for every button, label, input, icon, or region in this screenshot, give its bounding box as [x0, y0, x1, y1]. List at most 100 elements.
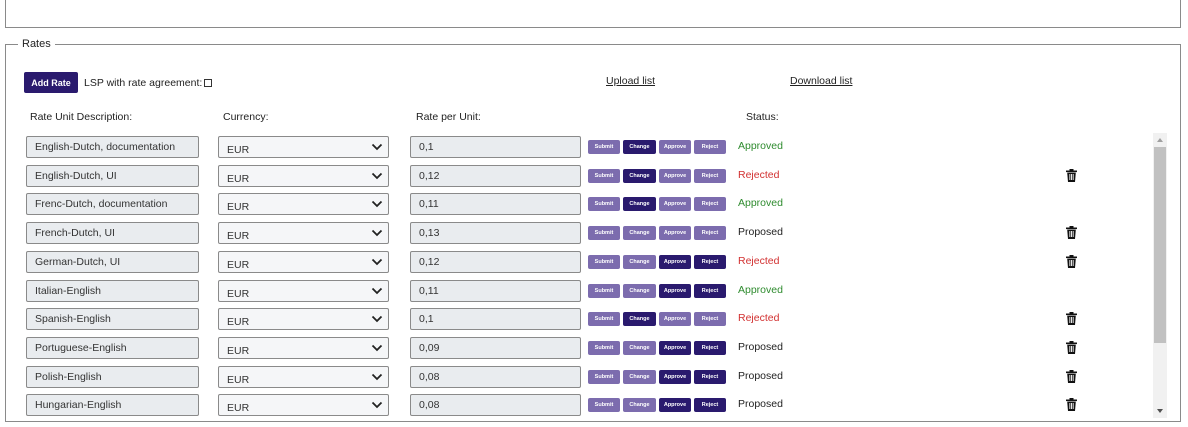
submit-button[interactable]: Submit: [588, 369, 620, 384]
currency-select[interactable]: EUR: [218, 164, 389, 187]
chevron-down-icon: [371, 402, 383, 409]
change-button[interactable]: Change: [623, 283, 656, 298]
chevron-down-icon: [371, 229, 383, 237]
reject-button[interactable]: Reject: [694, 168, 726, 183]
change-button[interactable]: Change: [623, 197, 656, 212]
approve-button[interactable]: Approve: [659, 369, 691, 384]
rate-description-field[interactable]: Italian-English: [26, 279, 199, 302]
approve-button[interactable]: Approve: [659, 140, 691, 154]
rate-description-field[interactable]: Hungarian-English: [26, 394, 199, 417]
trash-icon[interactable]: [1066, 340, 1077, 354]
reject-button[interactable]: Reject: [694, 283, 726, 298]
chevron-down-icon: [371, 373, 383, 380]
rate-description-field[interactable]: English-Dutch, UI: [26, 164, 199, 187]
rate-description-field[interactable]: Portuguese-English: [26, 336, 199, 359]
download-list-link[interactable]: Download list: [790, 75, 852, 87]
rate-per-unit-field[interactable]: 0,12: [410, 250, 581, 273]
trash-icon[interactable]: [1066, 254, 1077, 268]
approve-button[interactable]: Approve: [659, 226, 691, 241]
approve-button[interactable]: Approve: [659, 197, 691, 212]
trash-icon[interactable]: [1066, 226, 1077, 240]
lsp-agreement-checkbox[interactable]: [204, 79, 212, 87]
rate-per-unit-field[interactable]: 0,12: [410, 164, 581, 187]
column-header-status: Status:: [746, 111, 779, 123]
change-button[interactable]: Change: [623, 312, 656, 327]
scroll-down-arrow-icon[interactable]: [1155, 406, 1165, 416]
rate-per-unit-field[interactable]: 0,11: [410, 279, 581, 302]
column-header-currency: Currency:: [223, 111, 269, 123]
submit-button[interactable]: Submit: [588, 168, 620, 183]
submit-button[interactable]: Submit: [588, 226, 620, 241]
change-button[interactable]: Change: [623, 254, 656, 269]
submit-button[interactable]: Submit: [588, 340, 620, 355]
rate-row: Frenc-Dutch, documentation EUR 0,11 Submit C…: [6, 191, 1156, 216]
change-button[interactable]: Change: [623, 369, 656, 384]
rate-per-unit-field[interactable]: 0,08: [410, 394, 581, 417]
currency-select[interactable]: EUR: [218, 308, 389, 331]
rate-description-field[interactable]: English-Dutch, documentation: [26, 136, 199, 158]
vertical-scrollbar[interactable]: [1153, 133, 1167, 418]
change-button[interactable]: Change: [623, 226, 656, 241]
rate-per-unit-field[interactable]: 0,1: [410, 136, 581, 158]
rate-description-field[interactable]: French-Dutch, UI: [26, 222, 199, 245]
status-label: Proposed: [738, 340, 783, 353]
currency-select[interactable]: EUR: [218, 394, 389, 417]
approve-button[interactable]: Approve: [659, 168, 691, 183]
approve-button[interactable]: Approve: [659, 398, 691, 413]
approve-button[interactable]: Approve: [659, 312, 691, 327]
rate-row: English-Dutch, UI EUR 0,12 Submit Change Appr…: [6, 163, 1156, 187]
currency-select[interactable]: EUR: [218, 222, 389, 245]
status-label: Proposed: [738, 226, 783, 239]
rate-per-unit-field[interactable]: 0,11: [410, 193, 581, 216]
rate-description-field[interactable]: Spanish-English: [26, 308, 199, 331]
currency-select[interactable]: EUR: [218, 336, 389, 359]
chevron-down-icon: [371, 316, 383, 323]
reject-button[interactable]: Reject: [694, 398, 726, 413]
rate-description-field[interactable]: German-Dutch, UI: [26, 250, 199, 273]
currency-select[interactable]: EUR: [218, 250, 389, 273]
trash-icon[interactable]: [1066, 369, 1077, 383]
submit-button[interactable]: Submit: [588, 283, 620, 298]
rate-per-unit-field[interactable]: 0,13: [410, 222, 581, 245]
reject-button[interactable]: Reject: [694, 197, 726, 212]
approve-button[interactable]: Approve: [659, 283, 691, 298]
currency-select[interactable]: EUR: [218, 193, 389, 216]
reject-button[interactable]: Reject: [694, 254, 726, 269]
currency-value: EUR: [227, 316, 250, 329]
upload-list-link[interactable]: Upload list: [606, 75, 655, 87]
currency-select[interactable]: EUR: [218, 279, 389, 302]
rate-per-unit-field[interactable]: 0,08: [410, 365, 581, 388]
trash-icon[interactable]: [1066, 168, 1077, 182]
submit-button[interactable]: Submit: [588, 140, 620, 154]
reject-button[interactable]: Reject: [694, 140, 726, 154]
change-button[interactable]: Change: [623, 168, 656, 183]
change-button[interactable]: Change: [623, 398, 656, 413]
trash-icon[interactable]: [1066, 398, 1077, 412]
submit-button[interactable]: Submit: [588, 254, 620, 269]
approve-button[interactable]: Approve: [659, 254, 691, 269]
change-button[interactable]: Change: [623, 140, 656, 154]
rate-per-unit-field[interactable]: 0,1: [410, 308, 581, 331]
currency-value: EUR: [227, 373, 250, 386]
approve-button[interactable]: Approve: [659, 340, 691, 355]
submit-button[interactable]: Submit: [588, 312, 620, 327]
rate-row: Portuguese-English EUR 0,09 Submit Change App…: [6, 335, 1156, 359]
rate-description-field[interactable]: Polish-English: [26, 365, 199, 388]
reject-button[interactable]: Reject: [694, 226, 726, 241]
currency-value: EUR: [227, 344, 250, 357]
submit-button[interactable]: Submit: [588, 197, 620, 212]
reject-button[interactable]: Reject: [694, 369, 726, 384]
column-header-rate: Rate per Unit:: [416, 111, 481, 123]
rate-per-unit-field[interactable]: 0,09: [410, 336, 581, 359]
currency-select[interactable]: EUR: [218, 136, 389, 158]
reject-button[interactable]: Reject: [694, 340, 726, 355]
change-button[interactable]: Change: [623, 340, 656, 355]
reject-button[interactable]: Reject: [694, 312, 726, 327]
scroll-up-arrow-icon[interactable]: [1155, 135, 1165, 145]
submit-button[interactable]: Submit: [588, 398, 620, 413]
add-rate-button[interactable]: Add Rate: [24, 72, 78, 93]
currency-select[interactable]: EUR: [218, 365, 389, 388]
rate-description-field[interactable]: Frenc-Dutch, documentation: [26, 193, 199, 216]
trash-icon[interactable]: [1066, 312, 1077, 326]
scrollbar-thumb[interactable]: [1154, 147, 1166, 343]
